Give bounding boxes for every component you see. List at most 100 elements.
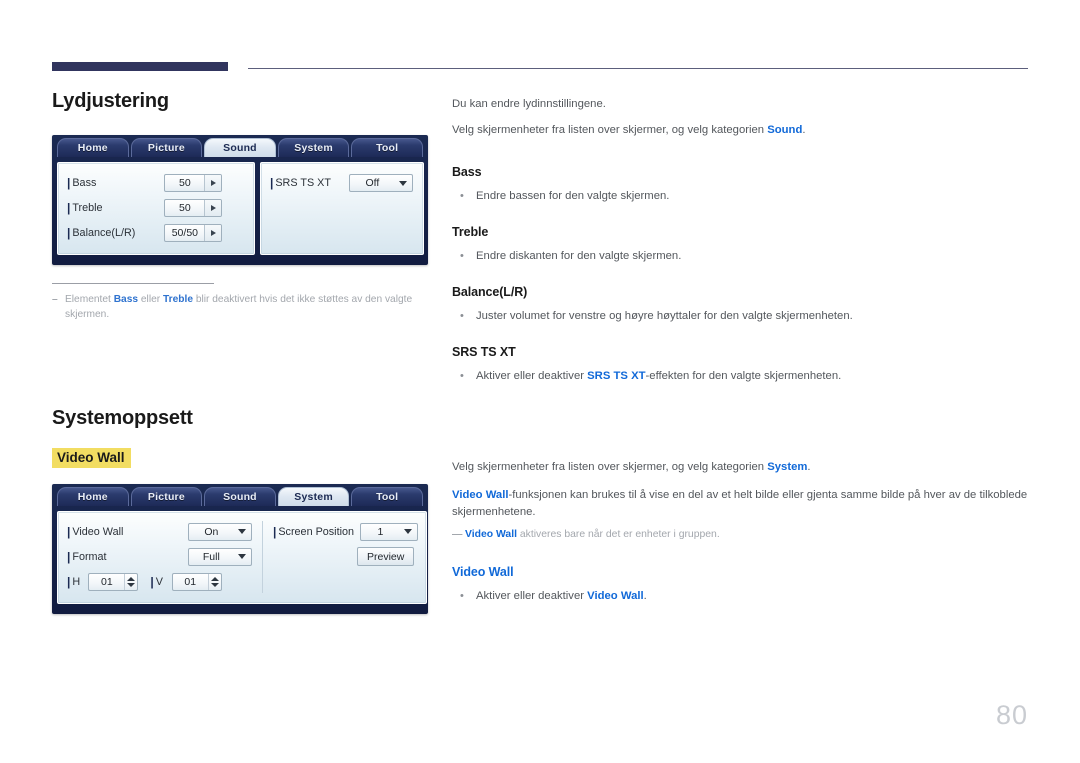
video-wall-select[interactable]: On xyxy=(188,522,253,541)
spinner-updown-icon[interactable] xyxy=(207,573,221,590)
system-subpanel: | Video Wall On | Format Full | H 01 | V… xyxy=(57,510,428,604)
arrow-right-icon[interactable] xyxy=(204,200,222,216)
item-head-video-wall: Video Wall xyxy=(452,565,514,580)
tab-sound[interactable]: Sound xyxy=(204,138,276,157)
right-column: Du kan endre lydinnstillingene. Velg skj… xyxy=(452,96,1028,607)
row-video-wall: | Video Wall On xyxy=(67,521,254,543)
treble-value: 50 xyxy=(179,202,191,214)
system-intro-1-post: . xyxy=(807,460,811,473)
row-treble: | Treble 50 xyxy=(67,197,244,219)
format-value: Full xyxy=(202,550,220,563)
row-bass: | Bass 50 xyxy=(67,172,244,194)
tab-tool[interactable]: Tool xyxy=(351,486,423,506)
tab-sound[interactable]: Sound xyxy=(204,486,276,506)
bullet-balance-text: Juster volumet for venstre og høyre høyt… xyxy=(476,309,853,322)
tab-picture[interactable]: Picture xyxy=(130,138,203,157)
video-wall-link: Video Wall xyxy=(452,488,509,501)
screen-position-value: 1 xyxy=(377,525,384,538)
bullet-bass-text: Endre bassen for den valgte skjermen. xyxy=(476,189,670,202)
srs-ts-xt-label: SRS TS XT xyxy=(275,177,331,189)
bass-stepper[interactable]: 50 xyxy=(164,174,223,192)
treble-stepper[interactable]: 50 xyxy=(164,199,223,217)
page-title-sound: Lydjustering xyxy=(52,90,169,112)
system-category-link: System xyxy=(767,460,808,473)
arrow-right-icon[interactable] xyxy=(204,225,222,241)
sound-note-block: – Elementet Bass eller Treble blir deakt… xyxy=(52,283,432,323)
treble-label: Treble xyxy=(72,202,103,214)
tab-tool[interactable]: Tool xyxy=(351,138,423,157)
h-spinner[interactable]: 01 xyxy=(88,572,139,591)
chevron-down-icon[interactable] xyxy=(399,529,417,535)
item-head-treble: Treble xyxy=(452,224,489,239)
bullet-dot-icon: • xyxy=(460,369,464,382)
system-note: — Video Wall aktiveres bare når det er e… xyxy=(452,527,1028,543)
sound-intro-2-post: . xyxy=(802,123,806,136)
spinner-updown-icon[interactable] xyxy=(124,573,137,590)
bullet-srs-pre: Aktiver eller deaktiver xyxy=(476,369,588,382)
video-wall-link: Video Wall xyxy=(587,590,644,603)
bullet-dot-icon: • xyxy=(460,309,464,322)
field-marker-icon: | xyxy=(67,549,71,564)
bullet-vw-pre: Aktiver eller deaktiver xyxy=(476,590,588,603)
bullet-video-wall: • Aktiver eller deaktiver Video Wall. xyxy=(452,588,1028,605)
v-spinner[interactable]: 01 xyxy=(171,572,222,591)
note-dash-icon: — xyxy=(452,529,462,541)
tab-home[interactable]: Home xyxy=(57,138,129,157)
note-link-bass: Bass xyxy=(113,294,139,305)
bullet-treble: • Endre diskanten for den valgte skjerme… xyxy=(452,248,1028,265)
field-marker-icon: | xyxy=(67,524,71,539)
note-text-pre: Elementet xyxy=(65,294,114,305)
page-title-system: Systemoppsett xyxy=(52,406,193,429)
system-intro-2: Video Wall-funksjonen kan brukes til å v… xyxy=(452,487,1028,521)
video-wall-value: On xyxy=(204,525,219,538)
note-text-mid: eller xyxy=(138,294,163,305)
field-marker-icon: | xyxy=(67,176,71,190)
preview-button[interactable]: Preview xyxy=(357,547,415,567)
chevron-down-icon[interactable] xyxy=(394,180,412,186)
sound-intro-2-pre: Velg skjermenheter fra listen over skjer… xyxy=(452,123,768,136)
video-wall-highlight-label: Video Wall xyxy=(52,447,131,468)
sound-note: – Elementet Bass eller Treble blir deakt… xyxy=(52,293,432,323)
note-link-treble: Treble xyxy=(162,294,193,305)
field-marker-icon: | xyxy=(150,574,154,589)
sound-panel-body: | Bass 50 | Treble 50 | Balance(L/R) 50/… xyxy=(52,157,428,259)
system-intro-2-post: -funksjonen kan brukes til å vise en del… xyxy=(452,488,1028,518)
bullet-video-wall-text: Aktiver eller deaktiver Video Wall. xyxy=(476,588,647,605)
v-label: V xyxy=(155,575,163,588)
tab-home[interactable]: Home xyxy=(57,486,129,506)
video-wall-label: Video Wall xyxy=(72,525,124,538)
system-note-post: aktiveres bare når det er enheter i grup… xyxy=(516,529,720,541)
balance-stepper[interactable]: 50/50 xyxy=(164,224,223,242)
system-intro-1-pre: Velg skjermenheter fra listen over skjer… xyxy=(452,460,768,473)
arrow-right-icon[interactable] xyxy=(204,175,222,191)
field-marker-icon: | xyxy=(273,524,277,539)
bullet-dot-icon: • xyxy=(460,249,464,262)
sound-intro-2: Velg skjermenheter fra listen over skjer… xyxy=(452,122,1028,139)
system-panel-body: | Video Wall On | Format Full | H 01 | V… xyxy=(52,506,428,608)
bullet-treble-text: Endre diskanten for den valgte skjermen. xyxy=(476,249,682,262)
screen-position-select[interactable]: 1 xyxy=(360,522,419,541)
sound-category-link: Sound xyxy=(767,123,803,136)
item-head-balance: Balance(L/R) xyxy=(452,284,528,299)
bass-label: Bass xyxy=(72,177,97,189)
row-h-v: | H 01 | V 01 xyxy=(67,571,254,593)
field-marker-icon: | xyxy=(270,176,274,190)
format-select[interactable]: Full xyxy=(188,547,253,566)
sound-intro-1: Du kan endre lydinnstillingene. xyxy=(452,98,606,110)
system-tabbar: Home Picture Sound System Tool xyxy=(52,484,428,506)
bullet-srs-ts-xt: • Aktiver eller deaktiver SRS TS XT-effe… xyxy=(452,368,1028,385)
h-value: 01 xyxy=(101,575,113,588)
chevron-down-icon[interactable] xyxy=(233,554,251,560)
row-balance: | Balance(L/R) 50/50 xyxy=(67,222,244,244)
field-marker-icon: | xyxy=(67,226,71,240)
tab-system[interactable]: System xyxy=(277,486,350,506)
tab-system[interactable]: System xyxy=(277,138,350,157)
bullet-dot-icon: • xyxy=(460,590,464,603)
note-divider xyxy=(52,283,214,284)
left-column: Lydjustering Home Picture Sound System T… xyxy=(52,90,432,614)
system-left-group: | Video Wall On | Format Full | H 01 | V… xyxy=(67,520,263,593)
system-device-panel: Home Picture Sound System Tool | Video W… xyxy=(52,483,428,614)
chevron-down-icon[interactable] xyxy=(233,529,251,535)
srs-ts-xt-select[interactable]: Off xyxy=(349,174,414,192)
tab-picture[interactable]: Picture xyxy=(130,486,203,506)
